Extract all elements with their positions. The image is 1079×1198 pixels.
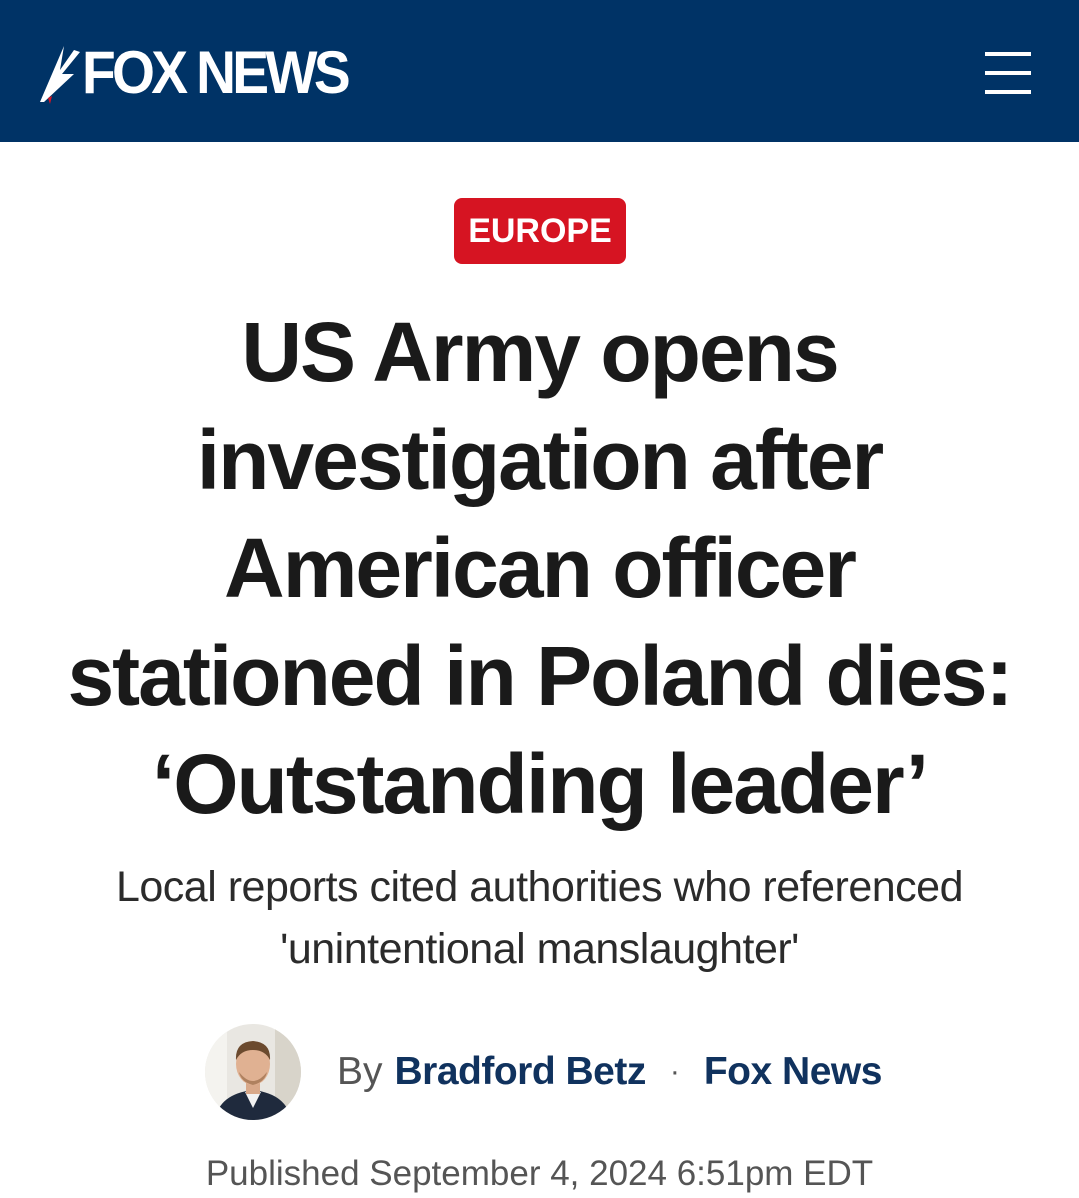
headline-line: stationed in Poland dies: [67,629,1013,723]
author-name-link[interactable]: Bradford Betz [395,1050,647,1094]
author-portrait-image [205,1024,301,1120]
hamburger-menu-icon[interactable] [985,52,1031,94]
published-timestamp: Published September 4, 2024 6:51pm EDT [205,1154,874,1193]
subhead-line: 'unintentional manslaughter' [280,925,799,973]
headline-line: investigation after [196,413,884,507]
article-headline: US Army opens investigation after Americ… [20,298,1059,838]
headline-line: American officer [224,521,857,615]
logo-text: FOX NEWS [82,39,351,106]
author-byline: By Bradford Betz · Fox News [205,1022,882,1122]
article-subheadline: Local reports cited authorities who refe… [40,856,1039,980]
source-link[interactable]: Fox News [704,1050,883,1094]
author-avatar[interactable] [205,1024,301,1120]
category-badge-europe[interactable]: EUROPE [454,198,626,264]
byline-separator: · [669,1055,680,1088]
headline-line: ‘Outstanding leader’ [151,737,929,831]
subhead-line: Local reports cited authorities who refe… [115,863,964,911]
headline-line: US Army opens [241,305,839,399]
byline-prefix: By [337,1050,383,1093]
site-header: FOX NEWS [0,0,1079,142]
fox-news-logo[interactable]: FOX NEWS [34,38,370,108]
fox-news-searchlight-icon [40,46,80,104]
